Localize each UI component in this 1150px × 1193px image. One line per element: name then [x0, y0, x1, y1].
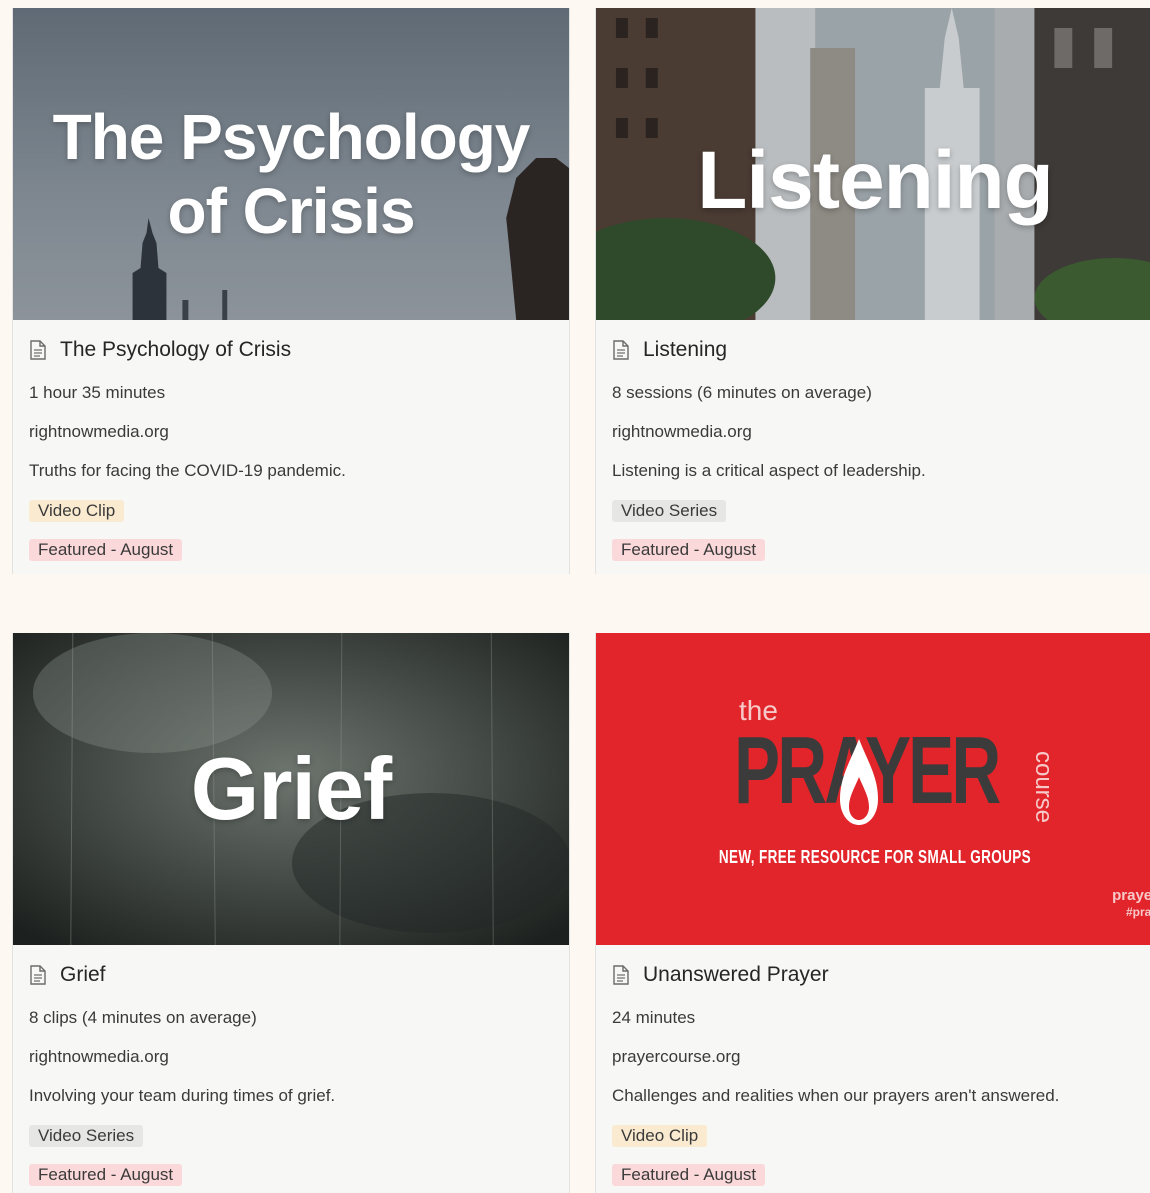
- card-source: prayercourse.org: [612, 1047, 741, 1066]
- card-duration: 8 clips (4 minutes on average): [29, 1008, 257, 1027]
- document-icon: [613, 965, 629, 985]
- card-source: rightnowmedia.org: [29, 1047, 169, 1066]
- card-cover-image: the PRAYER course NEW, FREE RESOURCE FOR…: [596, 633, 1150, 945]
- featured-tag: Featured - August: [612, 1164, 766, 1186]
- featured-tag: Featured - August: [612, 539, 766, 561]
- card-cover-image: Listening: [596, 8, 1150, 320]
- cover-title-text: The Psychology of Crisis: [13, 100, 569, 248]
- document-icon: [613, 340, 629, 360]
- document-icon: [30, 965, 46, 985]
- card-title: Unanswered Prayer: [643, 963, 829, 986]
- card-duration: 1 hour 35 minutes: [29, 383, 166, 402]
- featured-tag: Featured - August: [29, 1164, 183, 1186]
- cover-course-text-wrap: course: [1026, 733, 1057, 843]
- cover-title-line-1: The Psychology: [52, 101, 531, 173]
- card-duration: 8 sessions (6 minutes on average): [612, 383, 872, 402]
- card-description: Challenges and realities when our prayer…: [612, 1086, 1060, 1105]
- card-title: Listening: [643, 338, 728, 361]
- type-tag: Video Series: [29, 1125, 144, 1147]
- card-title: The Psychology of Crisis: [60, 338, 292, 361]
- card-description: Truths for facing the COVID-19 pandemic.: [29, 461, 346, 480]
- gallery-card-psychology-of-crisis[interactable]: The Psychology of Crisis The Psychology …: [12, 8, 570, 574]
- cover-corner-text: prayer #pray: [1112, 887, 1150, 921]
- cover-title-line-2: of Crisis: [167, 175, 415, 247]
- type-tag: Video Series: [612, 500, 727, 522]
- gallery-card-listening[interactable]: Listening Listening 8 sessions (6 minute…: [595, 8, 1150, 574]
- gallery-card-unanswered-prayer[interactable]: the PRAYER course NEW, FREE RESOURCE FOR…: [595, 633, 1150, 1193]
- document-icon: [30, 340, 46, 360]
- card-description: Involving your team during times of grie…: [29, 1086, 336, 1105]
- card-cover-image: The Psychology of Crisis: [13, 8, 569, 320]
- card-description: Listening is a critical aspect of leader…: [612, 461, 926, 480]
- type-tag: Video Clip: [612, 1125, 708, 1147]
- featured-tag: Featured - August: [29, 539, 183, 561]
- gallery-card-grief[interactable]: Grief Grief 8 clips (4 minutes on averag…: [12, 633, 570, 1193]
- cover-corner-line-2: #pray: [1125, 905, 1150, 919]
- card-title: Grief: [60, 963, 106, 986]
- cover-corner-line-1: prayer: [1112, 887, 1150, 904]
- cover-subtitle: NEW, FREE RESOURCE FOR SMALL GROUPS: [718, 847, 1032, 867]
- card-source: rightnowmedia.org: [29, 422, 169, 441]
- flame-icon: [840, 739, 878, 825]
- card-cover-image: Grief: [13, 633, 569, 945]
- cover-course-text: course: [1030, 750, 1057, 824]
- cover-title-text: Listening: [697, 135, 1053, 226]
- type-tag: Video Clip: [29, 500, 125, 522]
- cover-title-text: Grief: [190, 739, 392, 838]
- card-source: rightnowmedia.org: [612, 422, 752, 441]
- card-duration: 24 minutes: [612, 1008, 696, 1027]
